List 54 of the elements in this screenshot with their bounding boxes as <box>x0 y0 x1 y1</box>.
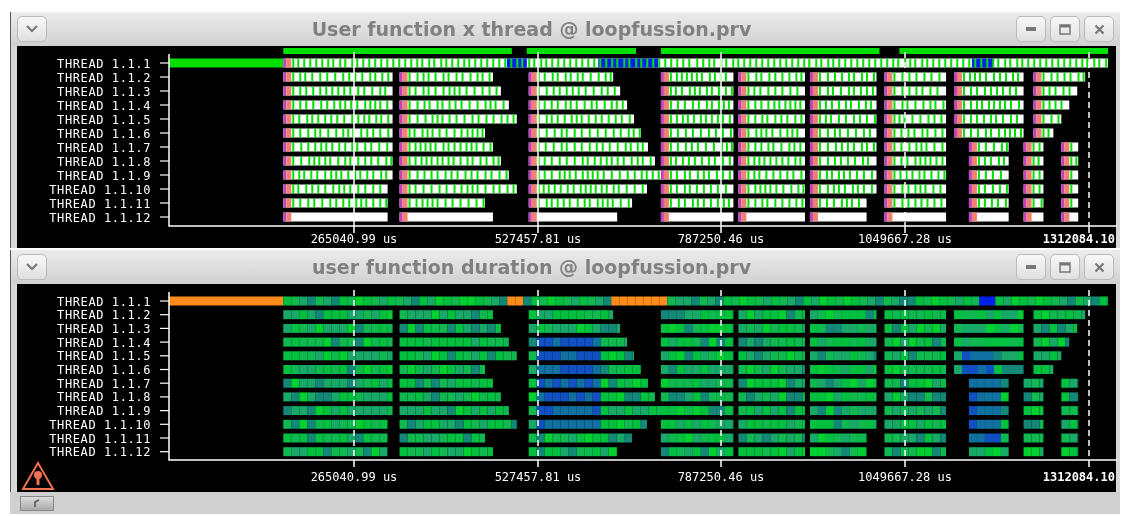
thread-label: THREAD 1.1.10 <box>49 417 151 432</box>
thread-label: THREAD 1.1.3 <box>57 321 151 336</box>
tick-label: 1312084.10 <box>1042 470 1115 484</box>
tick-label: 527457.81 us <box>494 470 582 484</box>
thread-label: THREAD 1.1.10 <box>49 182 151 197</box>
thread-label: THREAD 1.1.2 <box>57 308 151 323</box>
corner-button[interactable] <box>20 495 54 511</box>
thread-label: THREAD 1.1.3 <box>57 84 151 99</box>
thread-label: THREAD 1.1.4 <box>57 98 151 113</box>
thread-label: THREAD 1.1.11 <box>49 431 151 446</box>
tick-label: 527457.81 us <box>494 232 582 246</box>
thread-label: THREAD 1.1.8 <box>57 390 151 405</box>
close-icon <box>1093 261 1105 273</box>
maximize-icon <box>1059 261 1071 273</box>
maximize-button[interactable] <box>1050 16 1080 42</box>
thread-label: THREAD 1.1.12 <box>49 210 151 225</box>
thread-label: THREAD 1.1.6 <box>57 126 151 141</box>
minimize-icon <box>1026 27 1036 31</box>
maximize-button[interactable] <box>1050 254 1080 280</box>
thread-label: THREAD 1.1.4 <box>57 335 151 350</box>
close-button[interactable] <box>1084 254 1114 280</box>
thread-label: THREAD 1.1.8 <box>57 154 151 169</box>
tick-label: 1049667.28 us <box>858 470 952 484</box>
collapse-button[interactable] <box>17 16 47 42</box>
window-title: user function duration @ loopfussion.prv <box>310 256 753 278</box>
collapse-button[interactable] <box>17 254 47 280</box>
minimize-button[interactable] <box>1016 254 1046 280</box>
chevron-icon <box>26 263 38 271</box>
maximize-icon <box>1059 23 1071 35</box>
thread-label: THREAD 1.1.1 <box>57 294 151 309</box>
tick-label: 265040.99 us <box>310 470 398 484</box>
tick-label: 265040.99 us <box>310 232 398 246</box>
chevron-icon <box>26 25 38 33</box>
close-icon <box>1093 23 1105 35</box>
minimize-button[interactable] <box>1016 16 1046 42</box>
tick-label: 1049667.28 us <box>858 232 952 246</box>
thread-label: THREAD 1.1.5 <box>57 112 151 127</box>
thread-label: THREAD 1.1.7 <box>57 376 151 391</box>
thread-label: THREAD 1.1.9 <box>57 404 151 419</box>
thread-label: THREAD 1.1.11 <box>49 196 151 211</box>
minimize-icon <box>1026 265 1036 269</box>
close-button[interactable] <box>1084 16 1114 42</box>
thread-label: THREAD 1.1.7 <box>57 140 151 155</box>
resize-icon <box>34 499 40 507</box>
tick-label: 787250.46 us <box>677 232 765 246</box>
tick-label: 1312084.10 <box>1042 232 1115 246</box>
thread-label: THREAD 1.1.2 <box>57 70 151 85</box>
thread-label: THREAD 1.1.1 <box>57 56 151 71</box>
thread-label: THREAD 1.1.6 <box>57 363 151 377</box>
window-title: User function x thread @ loopfussion.prv <box>310 18 753 40</box>
tick-label: 787250.46 us <box>677 470 765 484</box>
thread-label: THREAD 1.1.9 <box>57 168 151 183</box>
thread-label: THREAD 1.1.5 <box>57 349 151 364</box>
thread-label: THREAD 1.1.12 <box>49 445 151 460</box>
